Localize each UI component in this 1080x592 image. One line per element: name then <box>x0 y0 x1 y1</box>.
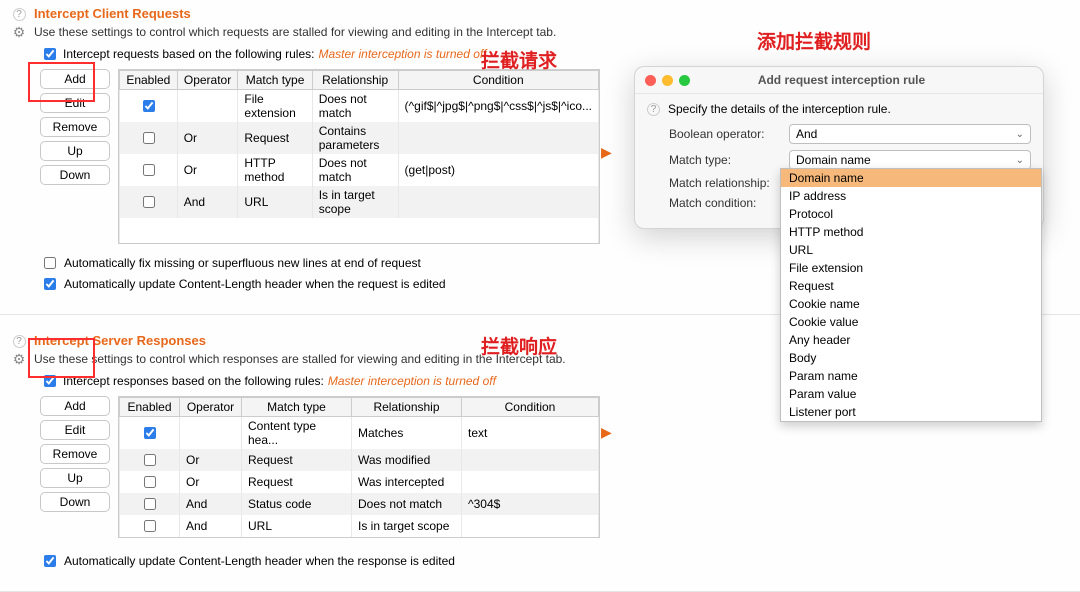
match-relationship-label: Match relationship: <box>669 176 789 190</box>
col-operator[interactable]: Operator <box>180 398 242 417</box>
help-icon[interactable]: ? <box>647 103 660 116</box>
edit-button[interactable]: Edit <box>40 93 110 113</box>
match-type-select[interactable]: Domain name ⌄ <box>789 150 1031 170</box>
dropdown-option[interactable]: Cookie name <box>781 295 1041 313</box>
rule-enabled-checkbox[interactable] <box>144 476 156 488</box>
rule-enabled-checkbox[interactable] <box>144 454 156 466</box>
update-content-length-res-label: Automatically update Content-Length head… <box>64 554 455 568</box>
help-icon[interactable]: ? <box>13 335 26 348</box>
col-match[interactable]: Match type <box>242 398 352 417</box>
close-icon[interactable] <box>645 75 656 86</box>
update-content-length-req-label: Automatically update Content-Length head… <box>64 277 446 291</box>
add-button[interactable]: Add <box>40 396 110 416</box>
intercept-responses-checkbox[interactable] <box>44 375 56 387</box>
dropdown-option[interactable]: Body <box>781 349 1041 367</box>
remove-button[interactable]: Remove <box>40 444 110 464</box>
dropdown-option[interactable]: Listener port <box>781 403 1041 421</box>
zoom-icon[interactable] <box>679 75 690 86</box>
col-enabled[interactable]: Enabled <box>120 71 178 90</box>
dropdown-option[interactable]: Domain name <box>781 169 1041 187</box>
intercept-responses-label: Intercept responses based on the followi… <box>63 374 324 388</box>
dropdown-option[interactable]: IP address <box>781 187 1041 205</box>
match-type-label: Match type: <box>669 153 789 167</box>
table-row[interactable]: OrRequestContains parameters <box>120 122 599 154</box>
col-relationship[interactable]: Relationship <box>312 71 398 90</box>
remove-button[interactable]: Remove <box>40 117 110 137</box>
up-button[interactable]: Up <box>40 468 110 488</box>
chevron-down-icon: ⌄ <box>1016 155 1024 166</box>
gear-icon[interactable]: ⚙ <box>12 25 26 39</box>
table-row[interactable]: OrRequestWas intercepted <box>120 471 599 493</box>
rule-enabled-checkbox[interactable] <box>143 132 155 144</box>
table-row[interactable]: AndURLIs in target scope <box>120 186 599 218</box>
edit-button[interactable]: Edit <box>40 420 110 440</box>
col-operator[interactable]: Operator <box>177 71 238 90</box>
fix-newlines-label: Automatically fix missing or superfluous… <box>64 256 421 270</box>
match-type-dropdown[interactable]: Domain nameIP addressProtocolHTTP method… <box>780 168 1042 422</box>
update-content-length-req-checkbox[interactable] <box>44 278 56 290</box>
table-row[interactable]: AndURLIs in target scope <box>120 515 599 537</box>
table-row[interactable]: File extensionDoes not match(^gif$|^jpg$… <box>120 90 599 123</box>
minimize-icon[interactable] <box>662 75 673 86</box>
dropdown-option[interactable]: Protocol <box>781 205 1041 223</box>
dropdown-option[interactable]: URL <box>781 241 1041 259</box>
intercept-responses-warning: Master interception is turned off <box>328 374 496 388</box>
down-button[interactable]: Down <box>40 165 110 185</box>
dropdown-option[interactable]: Param value <box>781 385 1041 403</box>
col-match[interactable]: Match type <box>238 71 312 90</box>
dropdown-option[interactable]: Any header <box>781 331 1041 349</box>
rule-enabled-checkbox[interactable] <box>144 498 156 510</box>
col-relationship[interactable]: Relationship <box>352 398 462 417</box>
fix-newlines-checkbox[interactable] <box>44 257 56 269</box>
section-heading: Intercept Server Responses <box>34 333 206 348</box>
match-condition-label: Match condition: <box>669 196 789 210</box>
col-enabled[interactable]: Enabled <box>120 398 180 417</box>
table-row[interactable]: Content type hea...Matchestext <box>120 417 599 450</box>
dialog-title: Add request interception rule <box>696 73 987 87</box>
dropdown-option[interactable]: Request <box>781 277 1041 295</box>
section-subtext: Use these settings to control which requ… <box>34 25 556 39</box>
table-row[interactable]: AndStatus codeDoes not match^304$ <box>120 493 599 515</box>
down-button[interactable]: Down <box>40 492 110 512</box>
rule-enabled-checkbox[interactable] <box>144 520 156 532</box>
dropdown-option[interactable]: HTTP method <box>781 223 1041 241</box>
col-condition[interactable]: Condition <box>462 398 599 417</box>
request-rules-table[interactable]: Enabled Operator Match type Relationship… <box>118 69 600 244</box>
table-row[interactable]: OrHTTP methodDoes not match(get|post) <box>120 154 599 186</box>
rule-enabled-checkbox[interactable] <box>143 164 155 176</box>
response-rules-table[interactable]: Enabled Operator Match type Relationship… <box>118 396 600 538</box>
dialog-description: Specify the details of the interception … <box>668 102 891 116</box>
gear-icon[interactable]: ⚙ <box>12 352 26 366</box>
rule-enabled-checkbox[interactable] <box>143 196 155 208</box>
intercept-requests-checkbox[interactable] <box>44 48 56 60</box>
add-button[interactable]: Add <box>40 69 110 89</box>
up-button[interactable]: Up <box>40 141 110 161</box>
intercept-requests-label: Intercept requests based on the followin… <box>63 47 314 61</box>
dialog-titlebar: Add request interception rule <box>635 67 1043 94</box>
section-heading: Intercept Client Requests <box>34 6 191 21</box>
table-row[interactable]: OrRequestWas modified <box>120 449 599 471</box>
dropdown-option[interactable]: Cookie value <box>781 313 1041 331</box>
section-subtext: Use these settings to control which resp… <box>34 352 566 366</box>
rule-enabled-checkbox[interactable] <box>143 100 155 112</box>
bool-operator-label: Boolean operator: <box>669 127 789 141</box>
chevron-down-icon: ⌄ <box>1016 129 1024 140</box>
help-icon[interactable]: ? <box>13 8 26 21</box>
dropdown-option[interactable]: File extension <box>781 259 1041 277</box>
rule-enabled-checkbox[interactable] <box>144 427 156 439</box>
bool-operator-select[interactable]: And ⌄ <box>789 124 1031 144</box>
update-content-length-res-checkbox[interactable] <box>44 555 56 567</box>
intercept-requests-warning: Master interception is turned off <box>318 47 486 61</box>
col-condition[interactable]: Condition <box>398 71 598 90</box>
dropdown-option[interactable]: Param name <box>781 367 1041 385</box>
